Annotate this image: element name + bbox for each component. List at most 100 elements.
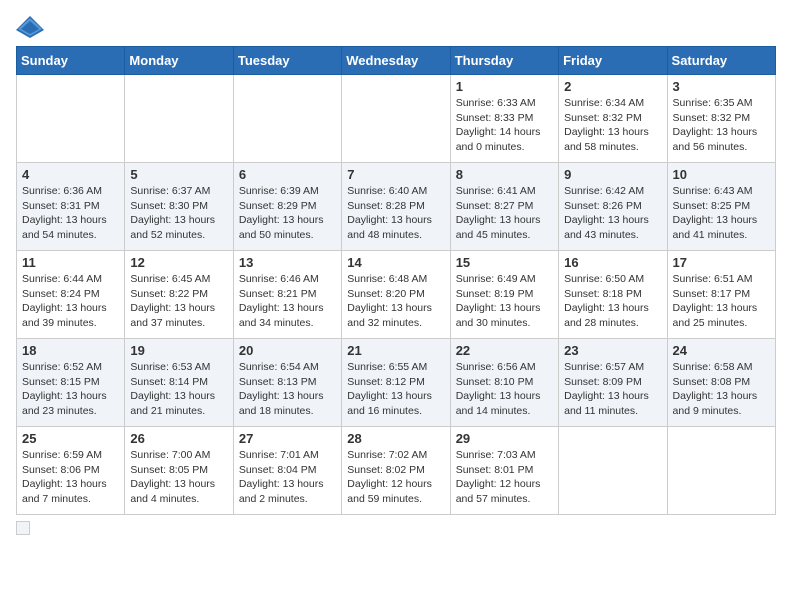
day-info: Sunrise: 6:45 AM Sunset: 8:22 PM Dayligh… [130,272,227,331]
day-number: 27 [239,431,336,446]
day-cell: 18Sunrise: 6:52 AM Sunset: 8:15 PM Dayli… [17,339,125,427]
week-row-4: 25 Sunrise: 6:59 AM Sunset: 8:06 PM Dayli… [17,427,776,515]
day-info: Sunrise: 6:46 AM Sunset: 8:21 PM Dayligh… [239,272,336,331]
day-number: 21 [347,343,444,358]
day-cell: 14 Sunrise: 6:48 AM Sunset: 8:20 PM Dayli… [342,251,450,339]
day-cell: 19 Sunrise: 6:53 AM Sunset: 8:14 PM Dayli… [125,339,233,427]
day-info: Sunrise: 6:50 AM Sunset: 8:18 PM Dayligh… [564,272,661,331]
day-number: 4 [22,167,119,182]
day-number: 2 [564,79,661,94]
header-cell-friday: Friday [559,47,667,75]
day-cell [233,75,341,163]
day-info: Sunrise: 6:53 AM Sunset: 8:14 PM Dayligh… [130,360,227,419]
header-cell-monday: Monday [125,47,233,75]
day-cell: 2 Sunrise: 6:34 AM Sunset: 8:32 PM Daylig… [559,75,667,163]
day-number: 8 [456,167,553,182]
day-cell [342,75,450,163]
day-info: Sunrise: 6:48 AM Sunset: 8:20 PM Dayligh… [347,272,444,331]
day-info: Sunrise: 6:36 AM Sunset: 8:31 PM Dayligh… [22,184,119,243]
day-number: 20 [239,343,336,358]
day-info: Sunrise: 6:44 AM Sunset: 8:24 PM Dayligh… [22,272,119,331]
day-cell: 11 Sunrise: 6:44 AM Sunset: 8:24 PM Dayli… [17,251,125,339]
day-number: 22 [456,343,553,358]
day-cell: 3 Sunrise: 6:35 AM Sunset: 8:32 PM Daylig… [667,75,775,163]
day-cell: 27 Sunrise: 7:01 AM Sunset: 8:04 PM Dayli… [233,427,341,515]
day-cell: 17 Sunrise: 6:51 AM Sunset: 8:17 PM Dayli… [667,251,775,339]
day-cell [667,427,775,515]
day-cell [17,75,125,163]
day-cell: 21 Sunrise: 6:55 AM Sunset: 8:12 PM Dayli… [342,339,450,427]
day-number: 13 [239,255,336,270]
day-cell: 24Sunrise: 6:58 AM Sunset: 8:08 PM Dayli… [667,339,775,427]
day-cell: 15 Sunrise: 6:49 AM Sunset: 8:19 PM Dayli… [450,251,558,339]
header [16,16,776,38]
day-info: Sunrise: 6:33 AM Sunset: 8:33 PM Dayligh… [456,96,553,155]
week-row-3: 18Sunrise: 6:52 AM Sunset: 8:15 PM Dayli… [17,339,776,427]
day-number: 9 [564,167,661,182]
day-cell: 23 Sunrise: 6:57 AM Sunset: 8:09 PM Dayli… [559,339,667,427]
day-info: Sunrise: 6:51 AM Sunset: 8:17 PM Dayligh… [673,272,770,331]
day-info: Sunrise: 7:02 AM Sunset: 8:02 PM Dayligh… [347,448,444,507]
day-cell: 8 Sunrise: 6:41 AM Sunset: 8:27 PM Daylig… [450,163,558,251]
day-number: 3 [673,79,770,94]
header-cell-saturday: Saturday [667,47,775,75]
day-number: 12 [130,255,227,270]
day-cell: 20Sunrise: 6:54 AM Sunset: 8:13 PM Dayli… [233,339,341,427]
day-info: Sunrise: 6:43 AM Sunset: 8:25 PM Dayligh… [673,184,770,243]
day-cell: 16Sunrise: 6:50 AM Sunset: 8:18 PM Dayli… [559,251,667,339]
logo [16,16,48,38]
week-row-0: 1 Sunrise: 6:33 AM Sunset: 8:33 PM Daylig… [17,75,776,163]
day-number: 18 [22,343,119,358]
day-cell: 10 Sunrise: 6:43 AM Sunset: 8:25 PM Dayli… [667,163,775,251]
day-info: Sunrise: 6:57 AM Sunset: 8:09 PM Dayligh… [564,360,661,419]
day-info: Sunrise: 7:00 AM Sunset: 8:05 PM Dayligh… [130,448,227,507]
day-number: 11 [22,255,119,270]
footer-square [16,521,30,535]
logo-icon [16,16,44,38]
day-number: 1 [456,79,553,94]
day-number: 23 [564,343,661,358]
day-number: 28 [347,431,444,446]
day-number: 10 [673,167,770,182]
header-cell-wednesday: Wednesday [342,47,450,75]
day-cell: 26Sunrise: 7:00 AM Sunset: 8:05 PM Dayli… [125,427,233,515]
day-info: Sunrise: 6:35 AM Sunset: 8:32 PM Dayligh… [673,96,770,155]
day-cell [559,427,667,515]
day-info: Sunrise: 6:34 AM Sunset: 8:32 PM Dayligh… [564,96,661,155]
day-number: 7 [347,167,444,182]
day-cell: 25 Sunrise: 6:59 AM Sunset: 8:06 PM Dayli… [17,427,125,515]
day-cell: 7 Sunrise: 6:40 AM Sunset: 8:28 PM Daylig… [342,163,450,251]
day-info: Sunrise: 6:49 AM Sunset: 8:19 PM Dayligh… [456,272,553,331]
day-number: 19 [130,343,227,358]
day-number: 14 [347,255,444,270]
day-number: 15 [456,255,553,270]
day-info: Sunrise: 6:37 AM Sunset: 8:30 PM Dayligh… [130,184,227,243]
day-number: 6 [239,167,336,182]
day-cell: 5 Sunrise: 6:37 AM Sunset: 8:30 PM Daylig… [125,163,233,251]
day-number: 5 [130,167,227,182]
day-info: Sunrise: 6:41 AM Sunset: 8:27 PM Dayligh… [456,184,553,243]
day-cell: 13 Sunrise: 6:46 AM Sunset: 8:21 PM Dayli… [233,251,341,339]
day-number: 29 [456,431,553,446]
calendar-table: SundayMondayTuesdayWednesdayThursdayFrid… [16,46,776,515]
day-info: Sunrise: 6:56 AM Sunset: 8:10 PM Dayligh… [456,360,553,419]
day-info: Sunrise: 6:59 AM Sunset: 8:06 PM Dayligh… [22,448,119,507]
day-info: Sunrise: 6:39 AM Sunset: 8:29 PM Dayligh… [239,184,336,243]
day-cell: 12 Sunrise: 6:45 AM Sunset: 8:22 PM Dayli… [125,251,233,339]
header-row: SundayMondayTuesdayWednesdayThursdayFrid… [17,47,776,75]
day-cell: 9 Sunrise: 6:42 AM Sunset: 8:26 PM Daylig… [559,163,667,251]
day-cell: 4 Sunrise: 6:36 AM Sunset: 8:31 PM Daylig… [17,163,125,251]
week-row-2: 11 Sunrise: 6:44 AM Sunset: 8:24 PM Dayli… [17,251,776,339]
day-info: Sunrise: 6:42 AM Sunset: 8:26 PM Dayligh… [564,184,661,243]
header-cell-thursday: Thursday [450,47,558,75]
day-info: Sunrise: 6:55 AM Sunset: 8:12 PM Dayligh… [347,360,444,419]
day-number: 17 [673,255,770,270]
day-number: 25 [22,431,119,446]
header-cell-sunday: Sunday [17,47,125,75]
day-cell [125,75,233,163]
day-info: Sunrise: 7:03 AM Sunset: 8:01 PM Dayligh… [456,448,553,507]
day-info: Sunrise: 7:01 AM Sunset: 8:04 PM Dayligh… [239,448,336,507]
footer-note [16,521,776,535]
day-info: Sunrise: 6:40 AM Sunset: 8:28 PM Dayligh… [347,184,444,243]
day-number: 24 [673,343,770,358]
